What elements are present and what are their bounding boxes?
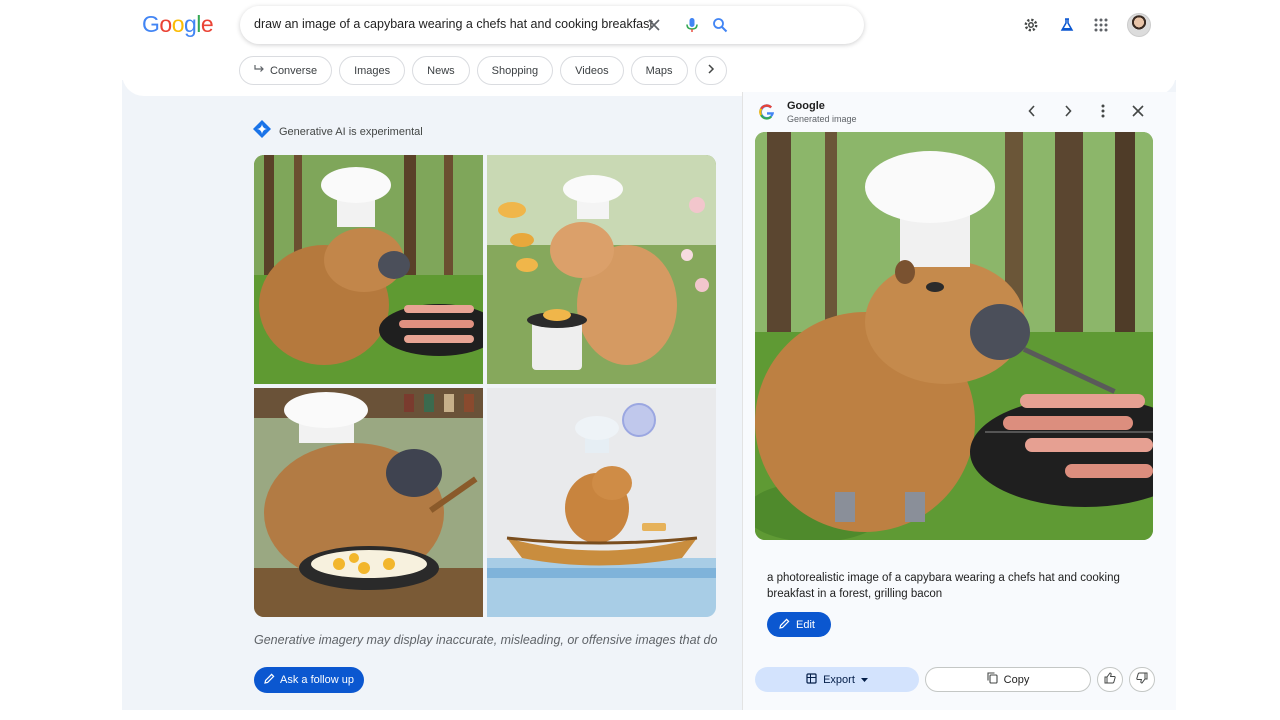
generated-image-grid: [254, 155, 716, 617]
ai-sparkle-icon: [253, 120, 271, 143]
logo-letter: g: [183, 11, 197, 37]
thumbs-up-icon: [1104, 671, 1116, 689]
edit-button[interactable]: Edit: [767, 612, 831, 637]
logo-letter: G: [142, 11, 160, 37]
generative-disclaimer: Generative imagery may display inaccurat…: [254, 633, 718, 647]
close-panel-button[interactable]: [1128, 103, 1148, 123]
filter-chips: Converse Images News Shopping Videos Map…: [239, 56, 727, 85]
apps-icon[interactable]: [1090, 14, 1112, 36]
chips-next-button[interactable]: [694, 56, 727, 85]
image-prompt-caption: a photorealistic image of a capybara wea…: [767, 572, 1120, 600]
logo-letter: e: [200, 11, 214, 37]
google-g-icon: [759, 104, 775, 120]
export-button[interactable]: Export: [755, 667, 919, 692]
chip-label: Images: [354, 64, 391, 77]
generated-image-3[interactable]: [254, 388, 483, 617]
more-options-button[interactable]: [1093, 103, 1113, 123]
converse-arrow-icon: [254, 64, 265, 77]
clear-icon[interactable]: [644, 15, 664, 35]
chip-label: Maps: [645, 64, 673, 77]
more-vert-icon: [1101, 104, 1105, 123]
chevron-right-icon: [707, 64, 715, 77]
thumbs-down-icon: [1136, 671, 1148, 689]
previous-image-button[interactable]: [1022, 103, 1042, 123]
export-label: Export: [823, 673, 855, 686]
chip-label: News: [427, 64, 455, 77]
search-icon[interactable]: [710, 15, 730, 35]
selected-generated-image[interactable]: [755, 132, 1153, 540]
chip-label: Shopping: [491, 64, 539, 77]
generated-image-2[interactable]: [487, 155, 716, 384]
dropdown-caret-icon: [860, 674, 868, 686]
chip-videos[interactable]: Videos: [560, 56, 624, 85]
edit-label: Edit: [796, 618, 815, 631]
chip-converse[interactable]: Converse: [239, 56, 333, 85]
ai-experimental-row: Generative AI is experimental: [253, 120, 423, 143]
search-header: Google draw an image of a capybara weari…: [122, 0, 1176, 96]
ai-experimental-label: Generative AI is experimental: [279, 125, 423, 138]
generated-image-1[interactable]: [254, 155, 483, 384]
settings-icon[interactable]: [1020, 14, 1042, 36]
chip-maps[interactable]: Maps: [630, 56, 688, 85]
close-icon: [1132, 104, 1144, 122]
generated-image-4[interactable]: [487, 388, 716, 617]
search-box[interactable]: draw an image of a capybara wearing a ch…: [240, 6, 864, 44]
panel-actions: Export Copy: [755, 667, 1155, 692]
chip-shopping[interactable]: Shopping: [476, 56, 554, 85]
next-image-button[interactable]: [1058, 103, 1078, 123]
google-logo[interactable]: Google: [142, 11, 214, 38]
chip-label: Converse: [270, 64, 318, 77]
chip-images[interactable]: Images: [339, 56, 406, 85]
copy-button[interactable]: Copy: [925, 667, 1091, 692]
logo-letter: o: [171, 11, 185, 37]
search-input[interactable]: draw an image of a capybara wearing a ch…: [254, 17, 653, 31]
image-detail-panel: Google Generated image a photorealistic …: [742, 92, 1176, 710]
export-icon: [806, 672, 817, 687]
thumbs-up-button[interactable]: [1097, 667, 1123, 692]
mic-icon[interactable]: [682, 15, 702, 35]
pencil-icon: [779, 618, 790, 632]
panel-title: Google: [787, 100, 825, 112]
logo-letter: o: [159, 11, 172, 37]
chevron-right-icon: [1064, 104, 1072, 122]
labs-icon[interactable]: [1056, 14, 1078, 36]
copy-icon: [987, 672, 998, 687]
chip-news[interactable]: News: [412, 56, 470, 85]
account-avatar[interactable]: [1127, 13, 1151, 37]
ask-follow-up-label: Ask a follow up: [280, 674, 354, 686]
thumbs-down-button[interactable]: [1129, 667, 1155, 692]
panel-subtitle: Generated image: [787, 114, 857, 124]
ask-follow-up-button[interactable]: Ask a follow up: [254, 667, 364, 693]
chip-label: Videos: [575, 64, 609, 77]
pencil-icon: [264, 673, 275, 687]
chevron-left-icon: [1028, 104, 1036, 122]
copy-label: Copy: [1003, 673, 1030, 686]
